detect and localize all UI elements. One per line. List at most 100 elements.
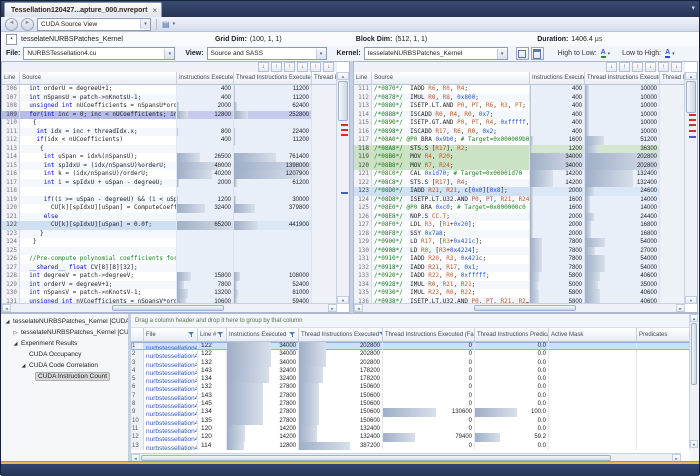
- thread-instructions-executed-column-header[interactable]: Thread Instructions Executed: [585, 72, 660, 85]
- forward-button[interactable]: ►: [21, 18, 34, 31]
- hotspot-up-arrow-button[interactable]: ↑: [310, 62, 321, 72]
- source-row[interactable]: 114 int uSpan = idx%(nSpansU);2650076140…: [2, 153, 337, 162]
- sass-row[interactable]: 121/*08C0*/ CAL 0x1d70; # Target=0x00001…: [354, 170, 685, 179]
- kernel-selector[interactable]: tesselateNURBSPatches_Kernel ▾: [364, 47, 508, 60]
- report-page-selector[interactable]: CUDA Source View ▾: [37, 18, 151, 31]
- tree-expander-icon[interactable]: ◢: [4, 319, 11, 325]
- file-column-header[interactable]: File: [144, 328, 198, 342]
- instruction-count-row[interactable]: 4nurbstessellation4.cu1433240017820000.0: [131, 367, 690, 375]
- hotspot-up-arrow-button[interactable]: ↑: [632, 62, 643, 72]
- source-row[interactable]: 126 //Pre-compute polynomial coefficient…: [2, 255, 337, 264]
- tree-item[interactable]: ◢Experiment Results: [1, 338, 128, 349]
- export-dropdown-icon[interactable]: ▾: [173, 21, 176, 27]
- instructions-executed-column-header[interactable]: Instructions Executed: [177, 72, 234, 85]
- predicates-column-header[interactable]: Predicates: [637, 328, 690, 342]
- source-row[interactable]: 107 int nSpansU = patch->nKnotsU-1;40011…: [2, 94, 337, 103]
- source-vertical-scrollbar[interactable]: ▲▼: [336, 72, 349, 304]
- hotspot-down-arrow-button[interactable]: ↓: [645, 62, 656, 72]
- source-row[interactable]: 124 }: [2, 238, 337, 247]
- sass-row[interactable]: 129/*0900*/ LD R17, [R3+0x421c];78005400…: [354, 238, 685, 247]
- sass-row[interactable]: 120/*08B8*/ MOV R7, R24;34000202800: [354, 162, 685, 171]
- sass-row[interactable]: 134/*0928*/ IMUL R0, R21, R21;500035000: [354, 281, 685, 290]
- truncated-column-header[interactable]: Thread I: [660, 72, 685, 85]
- tree-expander-icon[interactable]: ◢: [12, 341, 19, 347]
- source-row[interactable]: 123 }: [2, 230, 337, 239]
- instruction-count-row[interactable]: 13nurbstessellation4.cu1141280038720000.…: [131, 442, 690, 450]
- source-row[interactable]: 128 int degreeV = patch->degreeV;1580010…: [2, 272, 337, 281]
- source-row[interactable]: 115 int spIdxU = (idx/nSpansU)%orderU;48…: [2, 162, 337, 171]
- vertical-split-button[interactable]: [516, 47, 529, 60]
- sass-row[interactable]: 124/*08D8*/ ISETP.LT.U32.AND P0, PT, R21…: [354, 196, 685, 205]
- source-row[interactable]: 120 CU[k][spIdxU][uSpan] = ComputeCoeffi…: [2, 204, 337, 213]
- tree-item[interactable]: ◢tesselateNURBSPatches_Kernel [CUDA Laun…: [1, 316, 128, 327]
- source-row[interactable]: 108 unsigned int nUCoefficients = nSpans…: [2, 102, 337, 111]
- thread-instructions-executed-column-header[interactable]: Thread Instructions Executed: [234, 72, 312, 85]
- source-row[interactable]: 110 {: [2, 119, 337, 128]
- view-selector[interactable]: Source and SASS ▾: [207, 47, 327, 60]
- source-row[interactable]: 127 __shared__ float CV[8][8][32];: [2, 264, 337, 273]
- tree-item[interactable]: ▷tesselateNURBSPatches_Kernel [CUDA Kern…: [1, 327, 128, 338]
- hotspot-down-arrow-button[interactable]: ↓: [297, 62, 308, 72]
- sass-row[interactable]: 126/*08E8*/ NOP.S CC.T;200024400: [354, 213, 685, 222]
- sass-row[interactable]: 130/*0908*/ LD R0, [R3+0x4224];780027000: [354, 247, 685, 256]
- report-document-tab[interactable]: Tessellation120427...apture_000.nvreport…: [4, 2, 162, 18]
- thread-instructions-predicated-off-column-header[interactable]: Thread Instructions Predicated Off: [475, 328, 549, 342]
- source-row[interactable]: 112 if(idx < nUCoefficients)40011200: [2, 136, 337, 145]
- hotspot-down-arrow-button[interactable]: ↓: [671, 62, 682, 72]
- scroll-down-arrow-button[interactable]: ↓: [606, 62, 617, 72]
- instruction-count-row[interactable]: 11nurbstessellation4.cu1201420013240000.…: [131, 425, 690, 433]
- thread-instructions-executed-false--column-header[interactable]: Thread Instructions Executed (False): [383, 328, 475, 342]
- source-row[interactable]: 117 int i = spIdxU + uSpan - degreeU;200…: [2, 179, 337, 188]
- instructions-executed-column-header[interactable]: Instructions Executed: [227, 328, 299, 342]
- sass-horizontal-scrollbar[interactable]: ◄►: [354, 303, 685, 312]
- low-to-high-heat-button[interactable]: A: [665, 49, 670, 58]
- source-row[interactable]: 113 {: [2, 145, 337, 154]
- sass-row[interactable]: 128/*08F8*/ SSY 0x7a8;200016800: [354, 230, 685, 239]
- instruction-count-row[interactable]: 3nurbstessellation4.cu1323400020280000.0: [131, 359, 690, 367]
- tree-item[interactable]: ◢CUDA Code Correlation: [1, 360, 128, 371]
- source-row[interactable]: 130 int nSpansV = patch->nKnotsV-1;13200…: [2, 289, 337, 298]
- sass-row[interactable]: 116/*0898*/ ISCADD R17, R6, R0, 0x2;4001…: [354, 128, 685, 137]
- instruction-count-row[interactable]: 1nurbstessellation4.cu1223400020280000.0: [131, 342, 690, 350]
- sass-row[interactable]: 119/*08B0*/ MOV R4, R20;34000202800: [354, 153, 685, 162]
- scroll-up-arrow-button[interactable]: ↑: [271, 62, 282, 72]
- instruction-count-row[interactable]: 9nurbstessellation4.cu134278001506001306…: [131, 408, 690, 416]
- sass-row[interactable]: 114/*0888*/ ISCADD R0, R4, R0, 0x7;40010…: [354, 111, 685, 120]
- sass-row[interactable]: 113/*0880*/ ISETP.LT.AND P0, PT, R6, R3,…: [354, 102, 685, 111]
- sass-row[interactable]: 132/*0918*/ IADD R21, R17, 0x1;780054000: [354, 264, 685, 273]
- instruction-count-row[interactable]: 5nurbstessellation4.cu1343240017820000.0: [131, 375, 690, 383]
- instruction-count-row[interactable]: 12nurbstessellation4.cu12014200132400794…: [131, 433, 690, 441]
- sass-row[interactable]: 125/*08E0*/ @P0 BRA 0xc0; # Target=0x000…: [354, 204, 685, 213]
- source-row[interactable]: 122 CU[k][spIdxU][uSpan] = 0.0f;65200441…: [2, 221, 337, 230]
- source-column-header[interactable]: Source: [372, 72, 530, 85]
- source-column-header[interactable]: Source: [20, 72, 177, 85]
- tab-close-icon[interactable]: ×: [152, 7, 157, 14]
- sass-row[interactable]: 115/*0890*/ ISETP.GT.AND P0, PT, R4, 0xf…: [354, 119, 685, 128]
- tree-expander-icon[interactable]: ◢: [20, 363, 27, 369]
- line-column-header[interactable]: Line: [354, 72, 372, 85]
- tree-item[interactable]: CUDA Instruction Count: [1, 371, 128, 382]
- instruction-count-row[interactable]: 6nurbstessellation4.cu1322780015060000.0: [131, 383, 690, 391]
- instruction-count-row[interactable]: 10nurbstessellation4.cu1352780015060000.…: [131, 417, 690, 425]
- filter-icon[interactable]: [289, 331, 296, 338]
- source-row[interactable]: 111 int idx = inc + threadIdx.x;80022400: [2, 128, 337, 137]
- source-row[interactable]: 106 int orderU = degreeU+1;40011200: [2, 85, 337, 94]
- back-button[interactable]: ◄: [5, 18, 18, 31]
- chevron-down-icon[interactable]: ▾: [672, 51, 675, 57]
- source-row[interactable]: 109 for(int inc = 0; inc < nUCoefficient…: [2, 111, 337, 120]
- sass-row[interactable]: 127/*08F0*/ LDL R3, [R1+0x20];200016800: [354, 221, 685, 230]
- source-row[interactable]: 125: [2, 247, 337, 256]
- sass-row[interactable]: 117/*08A0*/ @P0 BRA 0x9b0; # Target=0x00…: [354, 136, 685, 145]
- sass-row[interactable]: 118/*08A8*/ STS.S [R17], R2;120036300: [354, 145, 685, 154]
- instruction-count-row[interactable]: 2nurbstessellation4.cu1223400020280000.0: [131, 350, 690, 358]
- source-row[interactable]: 129 int orderV = degreeV+1;780052400: [2, 281, 337, 290]
- hotspot-up-arrow-button[interactable]: ↑: [658, 62, 669, 72]
- sass-row[interactable]: 135/*0930*/ IMUL R23, R0, R22;580040600: [354, 289, 685, 298]
- instruction-count-row[interactable]: 8nurbstessellation4.cu1452780015060000.0: [131, 400, 690, 408]
- group-by-bar[interactable]: Drag a column header and drop it here to…: [131, 314, 690, 328]
- sass-row[interactable]: 112/*0878*/ IMUL R0, R8, 0x800;40010000: [354, 94, 685, 103]
- bottom-vertical-scrollbar[interactable]: ▲▼: [689, 314, 698, 448]
- chrome-chevron-icon[interactable]: ▾: [691, 4, 695, 12]
- active-mask-column-header[interactable]: Active Mask: [549, 328, 637, 342]
- instruction-count-row[interactable]: 7nurbstessellation4.cu1432780015060000.0: [131, 392, 690, 400]
